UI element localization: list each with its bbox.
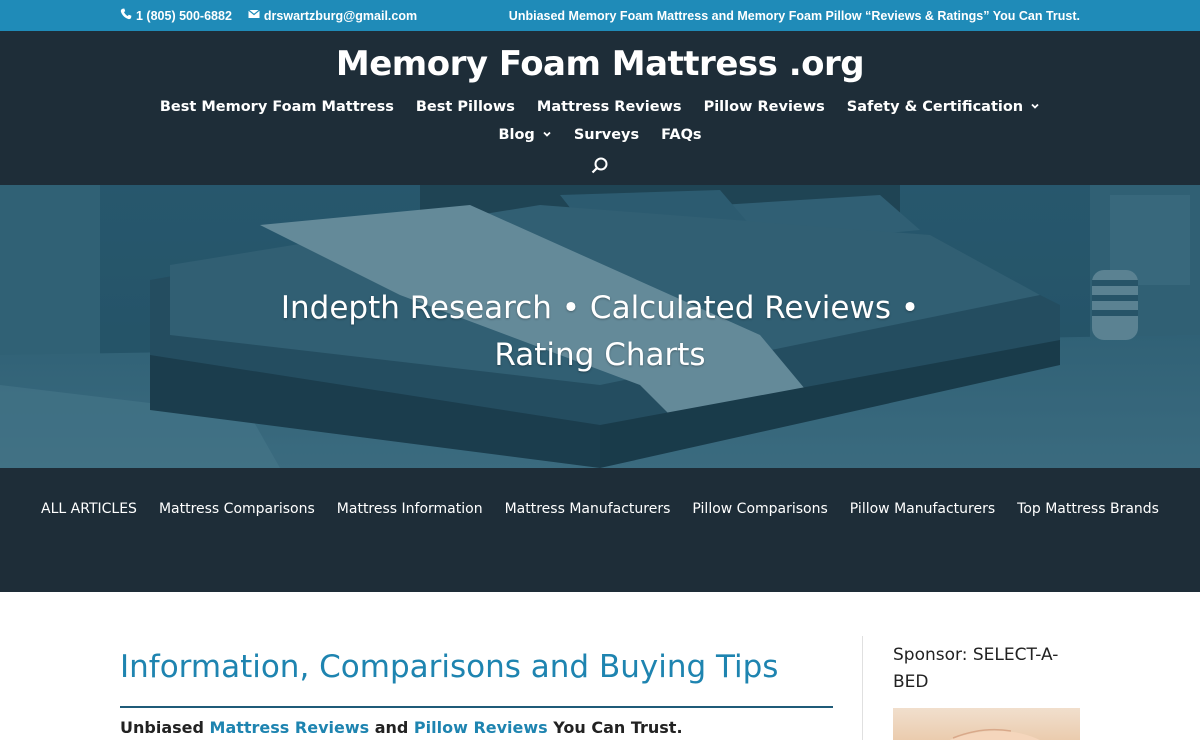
nav-label: Best Memory Foam Mattress (159, 99, 394, 115)
intro-prefix: Unbiased (120, 718, 210, 737)
nav-label: Safety & Certification (846, 99, 1024, 115)
cat-mattress-information[interactable]: Mattress Information (326, 499, 494, 519)
envelope-icon (248, 8, 260, 23)
nav-best-memory-foam-mattress[interactable]: Best Memory Foam Mattress (149, 97, 405, 117)
nav-label: Best Pillows (415, 99, 515, 115)
hero-title: Indepth Research • Calculated Reviews • … (280, 290, 920, 373)
top-bar: 1 (805) 500-6882 drswartzburg@gmail.com … (0, 0, 1200, 31)
phone-icon (120, 8, 132, 23)
nav-label: Pillow Reviews (703, 99, 825, 115)
category-nav: ALL ARTICLES Mattress Comparisons Mattre… (0, 468, 1200, 592)
nav-best-pillows[interactable]: Best Pillows (405, 97, 526, 117)
intro-suffix: You Can Trust. (547, 718, 683, 737)
nav-label: Blog (498, 127, 535, 143)
email-contact[interactable]: drswartzburg@gmail.com (248, 8, 417, 23)
nav-faqs[interactable]: FAQs (650, 125, 712, 145)
email-address[interactable]: drswartzburg@gmail.com (264, 9, 417, 23)
nav-label: Mattress Reviews (536, 99, 682, 115)
hero-banner: Indepth Research • Calculated Reviews • … (0, 185, 1200, 468)
nav-blog[interactable]: Blog (487, 125, 562, 145)
content-area: Information, Comparisons and Buying Tips… (0, 592, 1200, 740)
intro-text: Unbiased Mattress Reviews and Pillow Rev… (120, 718, 833, 737)
column-divider (862, 636, 863, 740)
pillow-reviews-link[interactable]: Pillow Reviews (414, 718, 548, 737)
site-logo[interactable]: Memory Foam Mattress .org (0, 31, 1200, 97)
phone-contact[interactable]: 1 (805) 500-6882 (120, 8, 232, 23)
nav-label: Surveys (573, 127, 640, 143)
nav-label: FAQs (661, 127, 702, 143)
phone-number[interactable]: 1 (805) 500-6882 (136, 9, 232, 23)
nav-mattress-reviews[interactable]: Mattress Reviews (526, 97, 693, 117)
contact-info: 1 (805) 500-6882 drswartzburg@gmail.com (120, 8, 417, 23)
main-column: Information, Comparisons and Buying Tips… (120, 642, 833, 740)
cat-pillow-comparisons[interactable]: Pillow Comparisons (681, 499, 838, 519)
main-nav: Best Memory Foam Mattress Best Pillows M… (130, 97, 1070, 145)
page-heading: Information, Comparisons and Buying Tips (120, 642, 833, 708)
search-icon[interactable] (590, 156, 610, 176)
sidebar: Sponsor: SELECT-A-BED (893, 642, 1080, 740)
site-header: Memory Foam Mattress .org Best Memory Fo… (0, 31, 1200, 185)
sponsor-title: Sponsor: SELECT-A-BED (893, 645, 1059, 692)
cat-all-articles[interactable]: ALL ARTICLES (30, 499, 148, 519)
cat-mattress-comparisons[interactable]: Mattress Comparisons (148, 499, 326, 519)
chevron-down-icon (1027, 99, 1040, 115)
nav-surveys[interactable]: Surveys (563, 125, 650, 145)
chevron-down-icon (539, 127, 552, 143)
sponsor-image[interactable] (893, 708, 1080, 740)
mattress-reviews-link[interactable]: Mattress Reviews (210, 718, 370, 737)
cat-mattress-manufacturers[interactable]: Mattress Manufacturers (494, 499, 682, 519)
top-tagline: Unbiased Memory Foam Mattress and Memory… (508, 8, 1080, 23)
cat-top-mattress-brands[interactable]: Top Mattress Brands (1006, 499, 1170, 519)
intro-and: and (369, 718, 414, 737)
nav-safety-certification[interactable]: Safety & Certification (836, 97, 1051, 117)
nav-pillow-reviews[interactable]: Pillow Reviews (693, 97, 836, 117)
cat-pillow-manufacturers[interactable]: Pillow Manufacturers (839, 499, 1006, 519)
